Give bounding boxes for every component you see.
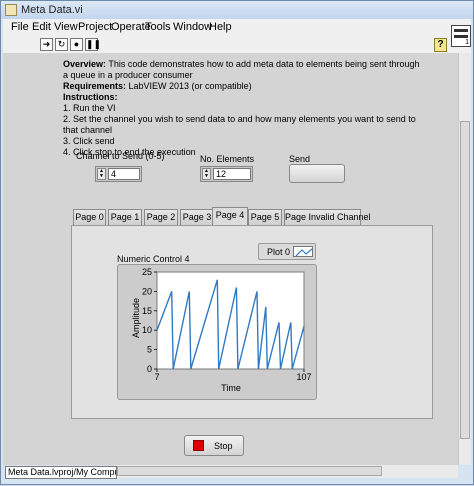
horizontal-scrollbar-thumb[interactable] bbox=[117, 466, 382, 476]
y-tick-label: 25 bbox=[142, 267, 152, 277]
stop-button[interactable]: Stop bbox=[184, 435, 244, 456]
y-tick-label: 15 bbox=[142, 306, 152, 316]
y-axis-label: Amplitude bbox=[131, 298, 141, 338]
y-tick-label: 20 bbox=[142, 286, 152, 296]
horizontal-scrollbar[interactable] bbox=[117, 465, 458, 478]
stop-button-label: Stop bbox=[214, 441, 233, 451]
graph-title: Numeric Control 4 bbox=[117, 254, 190, 264]
waveform-graph: Numeric Control 4 Time Amplitude 0 5 10 15 2… bbox=[117, 254, 312, 393]
y-tick-label: 5 bbox=[147, 345, 152, 355]
x-axis-label: Time bbox=[221, 383, 241, 393]
plot-area bbox=[156, 271, 305, 370]
vertical-scrollbar-thumb[interactable] bbox=[460, 121, 470, 439]
labview-window: Meta Data.vi File Edit View Project Oper… bbox=[0, 0, 474, 485]
stop-led-icon bbox=[193, 440, 204, 451]
y-tick-label: 10 bbox=[142, 325, 152, 335]
x-tick-label: 107 bbox=[296, 372, 311, 382]
project-path-status: Meta Data.lvproj/My Computer bbox=[5, 466, 117, 479]
x-tick-label: 7 bbox=[154, 372, 159, 382]
tab-page-4[interactable]: Page 4 bbox=[212, 207, 248, 225]
y-tick-label: 0 bbox=[147, 364, 152, 374]
vertical-scrollbar[interactable] bbox=[458, 53, 471, 465]
